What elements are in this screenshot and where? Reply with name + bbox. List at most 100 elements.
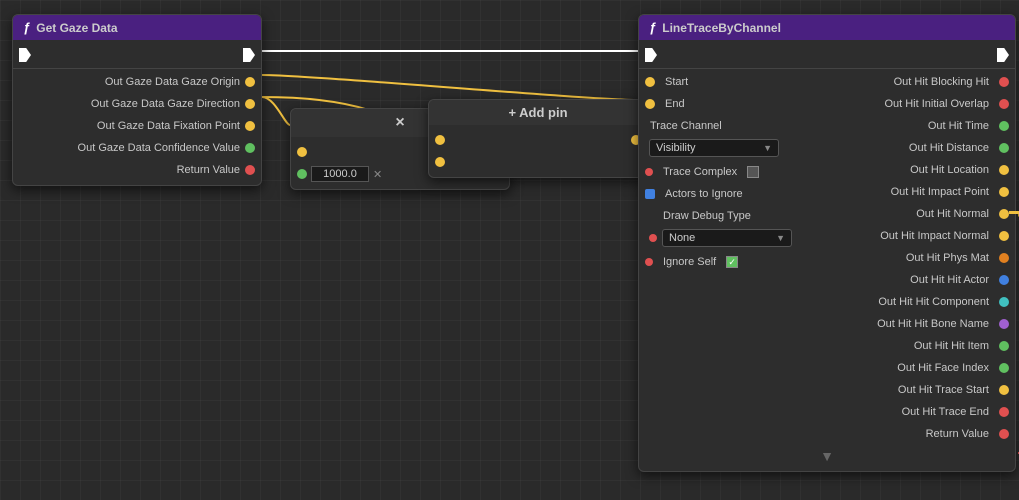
- location-wire-end: [1009, 211, 1019, 214]
- trace-exec-out[interactable]: [997, 48, 1009, 62]
- label-hit-item: Out Hit Hit Item: [914, 340, 989, 352]
- pin-impact-point[interactable]: [999, 187, 1009, 197]
- add-pin-title: + Add pin: [508, 105, 567, 120]
- scroll-indicator[interactable]: ▼: [639, 445, 1015, 467]
- draw-debug-label-row: Draw Debug Type: [639, 205, 827, 227]
- label-blocking-hit: Out Hit Blocking Hit: [894, 76, 989, 88]
- pin-start[interactable]: [645, 77, 655, 87]
- trace-inputs-col: Start End Trace Channel Visibility: [639, 71, 827, 445]
- out-trace-start: Out Hit Trace Start: [887, 379, 1015, 401]
- out-bone-name: Out Hit Hit Bone Name: [866, 313, 1015, 335]
- trace-outputs-col: Out Hit Blocking Hit Out Hit Initial Ove…: [827, 71, 1015, 445]
- pin-mul-in1[interactable]: [297, 147, 307, 157]
- label-trace-end: Out Hit Trace End: [902, 406, 989, 418]
- label-hit-component: Out Hit Hit Component: [878, 296, 989, 308]
- trace-complex-checkbox[interactable]: [747, 166, 759, 178]
- line-trace-node: ƒ LineTraceByChannel Start: [638, 14, 1016, 472]
- pin-row-origin: Out Gaze Data Gaze Origin: [13, 71, 261, 93]
- label-trace-start: Out Hit Trace Start: [898, 384, 989, 396]
- pin-label-origin: Out Gaze Data Gaze Origin: [105, 76, 240, 88]
- pin-add-in1[interactable]: [435, 135, 445, 145]
- pin-add-in2[interactable]: [435, 157, 445, 167]
- label-end: End: [665, 98, 685, 110]
- pin-label-confidence: Out Gaze Data Confidence Value: [78, 142, 240, 154]
- gaze-data-node: ƒ Get Gaze Data Out Gaze Data Gaze Origi…: [12, 14, 262, 186]
- pin-row-fixation: Out Gaze Data Fixation Point: [13, 115, 261, 137]
- pin-phys-mat[interactable]: [999, 253, 1009, 263]
- pin-blocking-hit[interactable]: [999, 77, 1009, 87]
- pin-hit-item[interactable]: [999, 341, 1009, 351]
- pin-fixation[interactable]: [245, 121, 255, 131]
- trace-node-header: ƒ LineTraceByChannel: [639, 15, 1015, 40]
- trace-node-title: LineTraceByChannel: [662, 21, 781, 35]
- pin-mul-in2[interactable]: [297, 169, 307, 179]
- label-trace-return: Return Value: [926, 428, 989, 440]
- label-actors-ignore: Actors to Ignore: [665, 188, 743, 200]
- pin-confidence[interactable]: [245, 143, 255, 153]
- label-hit-distance: Out Hit Distance: [909, 142, 989, 154]
- exec-in-pin[interactable]: [19, 48, 31, 62]
- draw-debug-arrow: ▼: [776, 233, 785, 243]
- value-1000[interactable]: 1000.0: [311, 166, 369, 182]
- out-hit-location: Out Hit Location: [899, 159, 1015, 181]
- pin-trace-start[interactable]: [999, 385, 1009, 395]
- trace-channel-value: Visibility: [656, 142, 696, 154]
- pin-hit-location[interactable]: [999, 165, 1009, 175]
- label-hit-actor: Out Hit Hit Actor: [910, 274, 989, 286]
- trace-divider: [639, 68, 1015, 69]
- func-icon: ƒ: [23, 20, 30, 35]
- exec-out-pin[interactable]: [243, 48, 255, 62]
- trace-channel-dropdown-row: Visibility ▼: [639, 137, 827, 161]
- label-ignore-self: Ignore Self: [663, 256, 716, 268]
- pin-actors-ignore[interactable]: [645, 189, 655, 199]
- pin-return[interactable]: [245, 165, 255, 175]
- close-icon[interactable]: ✕: [373, 168, 382, 181]
- label-trace-complex: Trace Complex: [663, 166, 737, 178]
- pin-end[interactable]: [645, 99, 655, 109]
- actors-ignore-row: Actors to Ignore: [639, 183, 827, 205]
- label-hit-normal: Out Hit Normal: [916, 208, 989, 220]
- pin-bone-name[interactable]: [999, 319, 1009, 329]
- pin-face-index[interactable]: [999, 363, 1009, 373]
- label-impact-point: Out Hit Impact Point: [891, 186, 989, 198]
- pin-direction[interactable]: [245, 99, 255, 109]
- add-pin-node: + Add pin: [428, 99, 648, 178]
- pin-impact-normal[interactable]: [999, 231, 1009, 241]
- draw-debug-value: None: [669, 232, 695, 244]
- pin-label-return: Return Value: [177, 164, 240, 176]
- pin-trace-end[interactable]: [999, 407, 1009, 417]
- pin-origin[interactable]: [245, 77, 255, 87]
- pin-ignore-self[interactable]: [645, 258, 653, 266]
- draw-debug-dropdown[interactable]: None ▼: [662, 229, 792, 247]
- gaze-node-body: Out Gaze Data Gaze Origin Out Gaze Data …: [13, 40, 261, 185]
- pin-hit-normal[interactable]: [999, 209, 1009, 219]
- gaze-node-header: ƒ Get Gaze Data: [13, 15, 261, 40]
- pin-draw-debug-dot[interactable]: [649, 234, 657, 242]
- label-draw-debug: Draw Debug Type: [663, 210, 751, 222]
- pin-hit-time[interactable]: [999, 121, 1009, 131]
- divider: [13, 68, 261, 69]
- pin-hit-actor[interactable]: [999, 275, 1009, 285]
- pin-hit-distance[interactable]: [999, 143, 1009, 153]
- exec-row: [13, 44, 261, 66]
- label-trace-channel: Trace Channel: [650, 120, 722, 132]
- label-initial-overlap: Out Hit Initial Overlap: [884, 98, 989, 110]
- out-hit-normal: Out Hit Normal: [905, 203, 1015, 225]
- pin-trace-return[interactable]: [999, 429, 1009, 439]
- label-start: Start: [665, 76, 688, 88]
- trace-channel-label-row: Trace Channel: [639, 115, 827, 137]
- pin-row-confidence: Out Gaze Data Confidence Value: [13, 137, 261, 159]
- pin-initial-overlap[interactable]: [999, 99, 1009, 109]
- pin-trace-complex[interactable]: [645, 168, 653, 176]
- draw-debug-dropdown-row: None ▼: [639, 227, 827, 251]
- label-face-index: Out Hit Face Index: [897, 362, 989, 374]
- out-trace-end: Out Hit Trace End: [891, 401, 1015, 423]
- out-impact-point: Out Hit Impact Point: [880, 181, 1015, 203]
- add-pin-body: [429, 125, 647, 177]
- trace-channel-dropdown[interactable]: Visibility ▼: [649, 139, 779, 157]
- trace-exec-in[interactable]: [645, 48, 657, 62]
- out-hit-component: Out Hit Hit Component: [867, 291, 1015, 313]
- ignore-self-checkbox[interactable]: ✓: [726, 256, 738, 268]
- pin-hit-component[interactable]: [999, 297, 1009, 307]
- trace-start-row: Start: [639, 71, 827, 93]
